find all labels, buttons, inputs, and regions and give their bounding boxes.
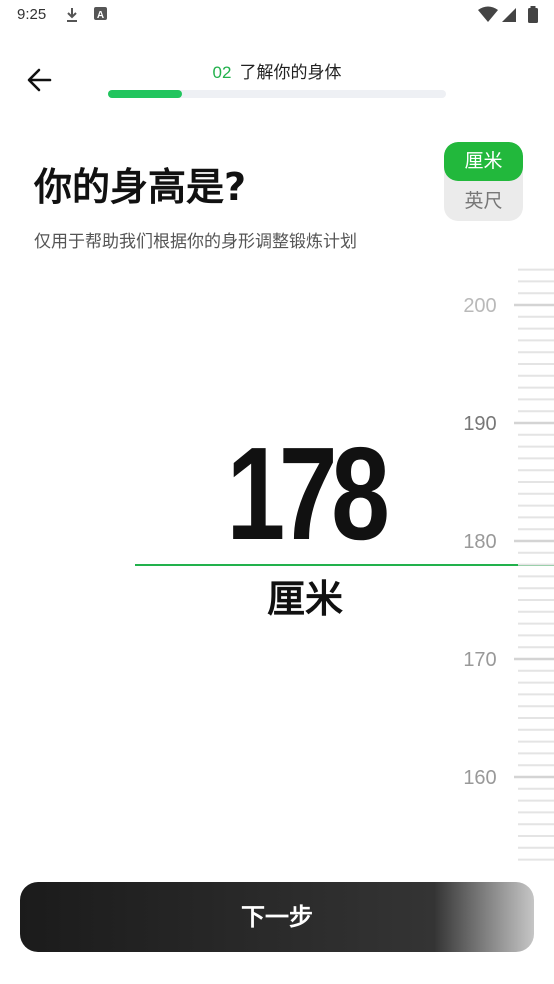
- step-title-text: 了解你的身体: [239, 63, 342, 83]
- height-value: 178: [226, 420, 390, 567]
- wifi-icon: [478, 6, 498, 28]
- arrow-left-icon: [27, 68, 52, 92]
- height-unit: 厘米: [266, 577, 343, 621]
- height-ruler[interactable]: 200 190 180 170 160: [450, 260, 554, 880]
- battery-icon: [527, 6, 539, 28]
- step-number: 02: [212, 63, 232, 82]
- height-picker-screen: 9:25 A 02 了解你的身体 你的身高是? 仅用于帮助我们根据你的身形调整锻炼…: [0, 0, 554, 984]
- font-a-icon: A: [94, 6, 108, 26]
- ruler-label: 180: [463, 531, 496, 553]
- ruler-label: 170: [463, 649, 496, 671]
- unit-option-cm[interactable]: 厘米: [444, 142, 523, 181]
- unit-toggle: 英尺 厘米: [444, 142, 523, 221]
- ruler-scale: 200 190 180 170 160: [463, 268, 554, 861]
- unit-option-feet[interactable]: 英尺: [444, 182, 523, 221]
- back-button[interactable]: [22, 62, 58, 98]
- ruler-label: 200: [463, 295, 496, 317]
- next-button[interactable]: 下一步: [20, 882, 534, 952]
- download-icon: [64, 6, 80, 28]
- svg-text:A: A: [97, 10, 104, 21]
- ruler-label: 160: [463, 767, 496, 789]
- page-title: 你的身高是?: [34, 165, 247, 209]
- page-subtitle: 仅用于帮助我们根据你的身形调整锻炼计划: [34, 232, 357, 252]
- progress-bar: [108, 90, 446, 98]
- status-bar: 9:25 A: [0, 0, 554, 32]
- step-title: 02 了解你的身体: [108, 58, 446, 83]
- ruler-label: 190: [463, 413, 496, 435]
- status-time: 9:25: [17, 6, 47, 23]
- progress-fill: [108, 90, 183, 98]
- signal-icon: [500, 6, 518, 28]
